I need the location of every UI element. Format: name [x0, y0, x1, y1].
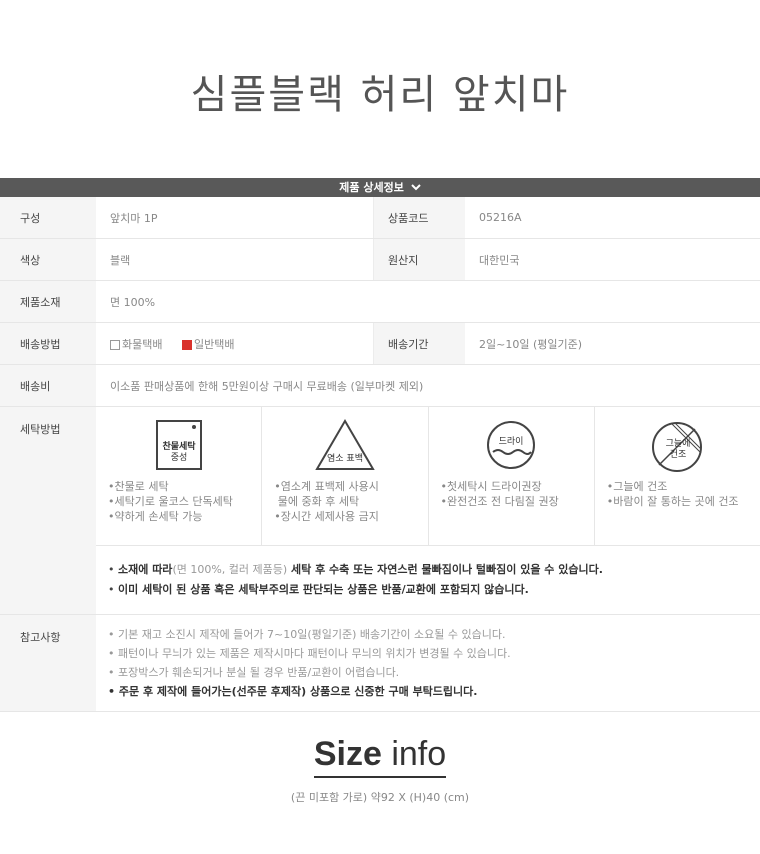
- section-bar[interactable]: 제품 상세정보: [0, 178, 760, 197]
- wash-cell-water: 찬물세탁 중성 •찬물로 세탁 •세탁기로 울코스 단독세탁 •약하게 손세탁 …: [96, 407, 263, 545]
- table-row: 구성 앞치마 1P 상품코드 05216A: [0, 197, 760, 239]
- wash-cell-dry: 드라이 •첫세탁시 드라이권장 •완전건조 전 다림질 권장: [429, 407, 595, 545]
- list-item: •바람이 잘 통하는 곳에 건조: [606, 495, 739, 508]
- list-item: •약하게 손세탁 가능: [108, 510, 203, 523]
- wash-icon-text-1: 찬물세탁: [162, 440, 196, 452]
- bleach-icon-text: 염소 표백: [327, 453, 363, 464]
- shade-icon-text-2: 건조: [670, 449, 687, 460]
- spec-table: 구성 앞치마 1P 상품코드 05216A 색상 블랙 원산지 대한민국 제품소…: [0, 197, 760, 712]
- reference-label: 참고사항: [0, 614, 96, 712]
- delivery-period-label: 배송기간: [373, 322, 465, 365]
- list-item: •찬물로 세탁: [108, 480, 169, 493]
- shade-dry-icon: 그늘에 건조: [649, 419, 705, 478]
- origin-label: 원산지: [373, 238, 465, 281]
- list-item: • 패턴이나 무늬가 있는 제품은 제작시마다 패턴이나 무늬의 위치가 변경될…: [108, 647, 511, 660]
- wash-cell-shade: 그늘에 건조 •그늘에 건조 •바람이 잘 통하는 곳에 건조: [595, 407, 760, 545]
- page-title: 심플블랙 허리 앞치마: [190, 72, 570, 118]
- table-row: 배송비 이소품 판매상품에 한해 5만원이상 구매시 무료배송 (일부마켓 제외…: [0, 364, 760, 407]
- table-row: 배송방법 화물택배 일반택배 배송기간 2일~10일 (평일기준): [0, 322, 760, 365]
- delivery-method-options: 화물택배 일반택배: [96, 322, 374, 365]
- wash-cell-bleach: 염소 표백 •염소계 표백제 사용시 물에 중화 후 세탁 •장시간 세제사용 …: [262, 407, 429, 545]
- material-value: 면 100%: [96, 280, 760, 323]
- delivery-option-1: 화물택배: [122, 337, 163, 351]
- washing-content: 찬물세탁 중성 •찬물로 세탁 •세탁기로 울코스 단독세탁 •약하게 손세탁 …: [96, 406, 760, 615]
- checkbox-selected[interactable]: [181, 339, 192, 350]
- material-label: 제품소재: [0, 280, 96, 323]
- triangle-bleach-icon: 염소 표백: [315, 419, 375, 474]
- chevron-down-icon: [410, 179, 421, 198]
- size-title: Size info: [0, 735, 760, 778]
- composition-label: 구성: [0, 197, 96, 239]
- shade-icon-text-1: 그늘에: [666, 438, 691, 449]
- list-item: 물에 중화 후 세탁: [277, 495, 360, 508]
- table-row: 참고사항 • 기본 재고 소진시 제작에 들어가 7~10일(평일기준) 배송기…: [0, 614, 760, 712]
- shipping-fee-label: 배송비: [0, 364, 96, 407]
- table-row: 제품소재 면 100%: [0, 280, 760, 323]
- list-item: •세탁기로 울코스 단독세탁: [108, 495, 233, 508]
- dry-icon-text: 드라이: [499, 436, 524, 447]
- size-subtitle: (끈 미포함 가로) 약92 X (H)40 (cm): [290, 791, 470, 804]
- list-item: •그늘에 건조: [606, 480, 668, 493]
- delivery-method-label: 배송방법: [0, 322, 96, 365]
- wash-icon-text-2: 중성: [170, 452, 187, 463]
- code-label: 상품코드: [373, 197, 465, 239]
- list-item: • 기본 재고 소진시 제작에 들어가 7~10일(평일기준) 배송기간이 소요…: [108, 628, 506, 641]
- wash-note-1: • 소재에 따라(면 100%, 컬러 제품등) 세탁 후 수축 또는 자연스런…: [108, 563, 603, 576]
- composition-value: 앞치마 1P: [96, 197, 374, 239]
- list-item: • 주문 후 제작에 들어가는(선주문 후제작) 상품으로 신중한 구매 부탁드…: [108, 685, 478, 698]
- wash-notes: • 소재에 따라(면 100%, 컬러 제품등) 세탁 후 수축 또는 자연스런…: [96, 545, 760, 614]
- code-value: 05216A: [465, 197, 760, 239]
- dryclean-circle-icon: 드라이: [485, 419, 537, 474]
- washtub-icon: 찬물세탁 중성: [155, 419, 203, 474]
- list-item: • 포장박스가 훼손되거나 분실 될 경우 반품/교환이 어렵습니다.: [108, 666, 400, 679]
- list-item: •완전건조 전 다림질 권장: [440, 495, 559, 508]
- color-label: 색상: [0, 238, 96, 281]
- origin-value: 대한민국: [465, 238, 760, 281]
- table-row: 색상 블랙 원산지 대한민국: [0, 238, 760, 281]
- section-bar-label: 제품 상세정보: [339, 181, 404, 194]
- list-item: •염소계 표백제 사용시: [274, 480, 379, 493]
- wash-note-2: • 이미 세탁이 된 상품 혹은 세탁부주의로 판단되는 상품은 반품/교환에 …: [108, 583, 529, 596]
- checkbox-unselected[interactable]: [110, 339, 120, 350]
- list-item: •장시간 세제사용 금지: [274, 510, 379, 523]
- shipping-fee-value: 이소품 판매상품에 한해 5만원이상 구매시 무료배송 (일부마켓 제외): [96, 364, 760, 407]
- delivery-period-value: 2일~10일 (평일기준): [465, 322, 760, 365]
- list-item: •첫세탁시 드라이권장: [440, 480, 542, 493]
- table-row: 세탁방법 찬물세탁 중성 •찬물로 세탁 •세탁기로 울코스 단독세탁 •약하게…: [0, 406, 760, 615]
- washing-label: 세탁방법: [0, 406, 96, 615]
- reference-content: • 기본 재고 소진시 제작에 들어가 7~10일(평일기준) 배송기간이 소요…: [96, 614, 760, 712]
- color-value: 블랙: [96, 238, 374, 281]
- delivery-option-2: 일반택배: [193, 337, 235, 351]
